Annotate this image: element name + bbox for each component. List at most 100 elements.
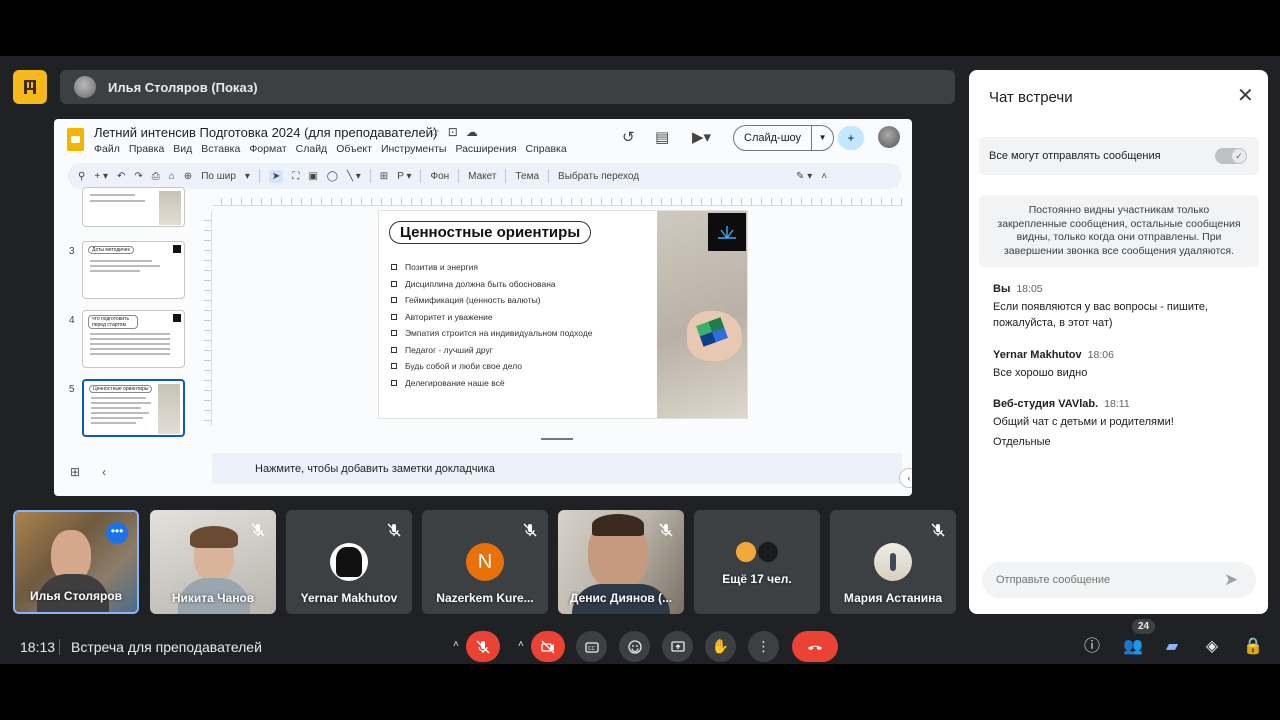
layout-button[interactable]: Макет	[468, 171, 496, 182]
camera-off-icon	[541, 640, 555, 653]
image-icon[interactable]: ▣	[308, 171, 317, 182]
menu-tools[interactable]: Инструменты	[381, 143, 446, 155]
zoom-select[interactable]: По шир	[201, 171, 236, 182]
activities-icon[interactable]: ◈	[1203, 638, 1221, 656]
participant-tile[interactable]: Мария Астанина	[830, 510, 956, 614]
raise-hand-button[interactable]: ✋	[705, 631, 736, 662]
share-icon[interactable]: +	[838, 126, 864, 150]
chat-icon[interactable]: ▰	[1163, 638, 1181, 656]
message-time: 18:05	[1016, 283, 1043, 295]
comments-icon[interactable]: ▤	[655, 128, 669, 146]
menu-extensions[interactable]: Расширения	[455, 143, 516, 155]
participant-name: Денис Диянов (...	[569, 591, 673, 605]
captions-button[interactable]: CC	[576, 631, 607, 662]
collapse-toolbar-icon[interactable]: ˄	[821, 171, 827, 182]
meet-stage: Илья Столяров (Показ) Летний интенсив По…	[0, 56, 1280, 664]
checkbox-bullet-icon	[391, 313, 397, 320]
presenter-bar[interactable]: Илья Столяров (Показ)	[60, 70, 955, 104]
cloud-saved-icon[interactable]: ☁	[466, 125, 478, 139]
menu-view[interactable]: Вид	[173, 143, 192, 155]
participant-tile[interactable]: Никита Чанов	[150, 510, 276, 614]
host-controls-icon[interactable]: 🔒	[1243, 638, 1263, 656]
send-icon[interactable]: ➤	[1224, 570, 1238, 590]
print-icon[interactable]: ⎙	[152, 171, 160, 182]
notes-resize-handle[interactable]	[541, 438, 573, 440]
participant-tile[interactable]: ••• Илья Столяров	[13, 510, 139, 614]
slide-thumbnail-4[interactable]: что подготовить перед стартом	[82, 310, 185, 368]
pen-tool-icon[interactable]: ✎ ▾	[796, 171, 812, 182]
participant-name: Nazerkem Kure...	[436, 591, 534, 605]
close-icon[interactable]: ✕	[1237, 86, 1254, 106]
menu-edit[interactable]: Правка	[129, 143, 164, 155]
horizontal-ruler	[212, 198, 902, 206]
history-icon[interactable]: ↺	[622, 128, 635, 146]
collapse-filmstrip-icon[interactable]: ‹	[102, 465, 106, 479]
present-screen-button[interactable]	[662, 631, 693, 662]
chevron-down-icon[interactable]: ▾	[245, 171, 250, 182]
slide-thumbnail-5[interactable]: Ценностные ориентиры	[82, 379, 185, 437]
redo-icon[interactable]: ↷	[134, 171, 142, 182]
chat-message-input[interactable]	[982, 562, 1256, 598]
leave-call-button[interactable]	[792, 631, 838, 662]
meet-video-icon[interactable]: ▶▾	[692, 128, 711, 146]
slide-bullet-list[interactable]: Позитив и энергия Дисциплина должна быть…	[391, 259, 593, 391]
mic-toggle-button[interactable]	[466, 631, 500, 662]
line-icon[interactable]: ╲ ▾	[347, 171, 361, 182]
participant-tile[interactable]: N Nazerkem Kure...	[422, 510, 548, 614]
background-button[interactable]: Фон	[430, 171, 449, 182]
video-options-caret-icon[interactable]: ˄	[518, 639, 524, 650]
slide-thumbnail-2[interactable]	[82, 187, 185, 227]
menu-file[interactable]: Файл	[94, 143, 120, 155]
user-avatar[interactable]	[878, 126, 900, 148]
menu-insert[interactable]: Вставка	[201, 143, 240, 155]
participant-avatar	[330, 543, 368, 581]
slide-canvas[interactable]: Ценностные ориентиры Позитив и энергия Д…	[379, 211, 747, 418]
message-text: Отдельные	[993, 436, 1051, 448]
slide-filmstrip: 3 Доты методичек 4 что подготовить перед…	[54, 187, 202, 453]
menu-slide[interactable]: Слайд	[296, 143, 328, 155]
menu-help[interactable]: Справка	[526, 143, 567, 155]
reactions-button[interactable]	[619, 631, 650, 662]
paint-format-icon[interactable]: ⌂	[169, 171, 175, 182]
participant-tile[interactable]: Денис Диянов (...	[558, 510, 684, 614]
transition-button[interactable]: Выбрать переход	[558, 171, 639, 182]
menu-object[interactable]: Объект	[336, 143, 372, 155]
move-folder-icon[interactable]: ⊡	[448, 125, 458, 139]
doc-title[interactable]: Летний интенсив Подготовка 2024 (для пре…	[94, 125, 437, 140]
frame-select-icon[interactable]: ⛶	[292, 171, 299, 182]
grid-view-icon[interactable]: ⊞	[70, 465, 80, 479]
slide-title[interactable]: Ценностные ориентиры	[389, 221, 592, 244]
slide-thumbnail-3[interactable]: Доты методичек	[82, 241, 185, 299]
comment-add-icon[interactable]: ⊞	[380, 171, 388, 182]
more-options-button[interactable]: ⋮	[748, 631, 779, 662]
mic-off-icon	[523, 523, 537, 537]
speaker-notes[interactable]: Нажмите, чтобы добавить заметки докладчи…	[212, 453, 902, 484]
new-slide-icon[interactable]: + ▾	[94, 171, 108, 182]
chat-permission-toggle[interactable]	[1215, 148, 1247, 164]
participant-tile[interactable]: Yernar Makhutov	[286, 510, 412, 614]
theme-button[interactable]: Тема	[515, 171, 539, 182]
chevron-left-icon[interactable]: ‹	[899, 468, 912, 488]
thumb-logo	[173, 245, 181, 253]
message-text: Общий чат с детьми и родителями!	[993, 416, 1174, 428]
people-icon[interactable]: 👥	[1123, 638, 1143, 656]
search-menus-icon[interactable]: ⚲	[78, 171, 85, 182]
more-options-icon[interactable]: •••	[106, 522, 128, 544]
list-item: Авторитет и уважение	[391, 309, 593, 326]
meeting-info-icon[interactable]: ⓘ	[1083, 638, 1101, 656]
menu-format[interactable]: Формат	[249, 143, 286, 155]
mic-off-icon	[251, 523, 265, 537]
camera-toggle-button[interactable]	[531, 631, 565, 662]
chevron-down-icon[interactable]: ▼	[811, 126, 833, 150]
text-style-icon[interactable]: P ▾	[397, 171, 411, 182]
slideshow-label[interactable]: Слайд-шоу	[734, 126, 811, 150]
select-cursor-icon[interactable]: ➤	[268, 169, 284, 183]
shape-icon[interactable]: ◯	[327, 171, 338, 182]
star-icon[interactable]: ☆	[429, 125, 440, 139]
slideshow-button[interactable]: Слайд-шоу ▼	[733, 125, 835, 151]
slides-doc-icon[interactable]	[67, 128, 84, 151]
participant-tile-more[interactable]: Ещё 17 чел.	[694, 510, 820, 614]
undo-icon[interactable]: ↶	[117, 171, 125, 182]
zoom-icon[interactable]: ⊕	[184, 171, 192, 182]
audio-options-caret-icon[interactable]: ˄	[453, 639, 459, 650]
